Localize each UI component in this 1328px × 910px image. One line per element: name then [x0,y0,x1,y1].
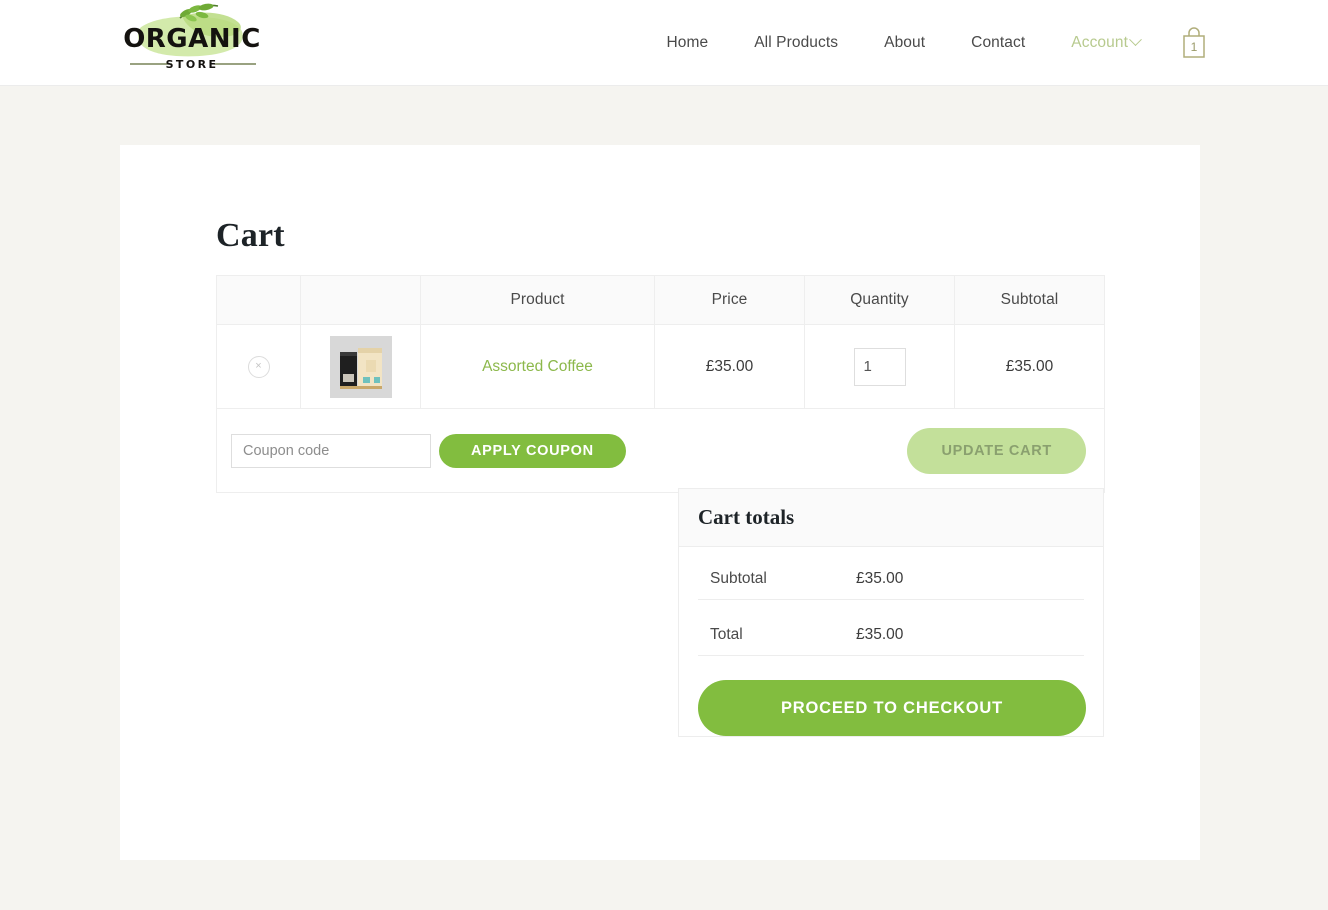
site-header: ORGANIC STORE Home All Products About Co… [0,0,1328,86]
quantity-stepper[interactable] [853,347,906,386]
cart-table-header-row: Product Price Quantity Subtotal [216,275,1105,325]
coupon-cell: APPLY COUPON UPDATE CART [216,408,1105,493]
totals-total-value: £35.00 [856,625,904,643]
cart-totals-body: Subtotal £35.00 Total £35.00 PROCEED TO … [679,558,1103,736]
cart-table-header: Product Price Quantity Subtotal [216,275,1105,325]
totals-row-total: Total £35.00 [698,614,1084,656]
nav-item-contact[interactable]: Contact [948,0,1048,86]
col-header-price: Price [654,275,805,325]
nav-item-about[interactable]: About [861,0,948,86]
apply-coupon-button[interactable]: APPLY COUPON [439,433,626,468]
cell-price: £35.00 [654,324,805,409]
logo-graphic: ORGANIC STORE [123,3,261,71]
col-header-subtotal: Subtotal [954,275,1105,325]
page-content-card: Cart Product Price Quantity Subtotal × A… [120,145,1200,860]
table-row: × Assorted Coffee £35.00 1 £35.00 [216,324,1105,409]
cart-totals-header: Cart totals [679,489,1103,547]
totals-row-subtotal: Subtotal £35.00 [698,558,1084,600]
nav-item-account-label: Account [1071,34,1128,51]
cart-totals-title: Cart totals [698,505,795,529]
coupon-row: APPLY COUPON UPDATE CART [216,408,1105,493]
col-header-remove [216,275,301,325]
coffee-bags-thumbnail [329,335,392,398]
cell-quantity [804,324,955,409]
nav-item-home[interactable]: Home [643,0,731,86]
site-logo[interactable]: ORGANIC STORE [122,2,262,80]
product-name-link[interactable]: Assorted Coffee [482,358,593,375]
product-thumbnail[interactable] [329,335,392,398]
coupon-input[interactable] [231,433,431,468]
cart-totals-panel: Cart totals Subtotal £35.00 Total £35.00… [678,488,1104,737]
main-navigation: Home All Products About Contact Account … [643,0,1210,86]
cart-button[interactable]: 1 [1178,25,1210,61]
col-header-quantity: Quantity [804,275,955,325]
col-header-product: Product [420,275,655,325]
nav-item-all-products[interactable]: All Products [731,0,861,86]
chevron-down-icon [1129,33,1142,47]
cart-table: Product Price Quantity Subtotal × Assort… [216,275,1105,493]
totals-subtotal-value: £35.00 [856,569,904,587]
cell-subtotal: £35.00 [954,324,1105,409]
cell-thumbnail [300,324,421,409]
shopping-bag-icon: 1 [1183,27,1205,58]
page-title: Cart [216,217,285,254]
col-header-thumbnail [300,275,421,325]
svg-text:ORGANIC: ORGANIC [123,24,261,54]
totals-subtotal-label: Subtotal [710,569,767,587]
nav-item-account[interactable]: Account [1048,0,1148,86]
cell-remove: × [216,324,301,409]
svg-text:STORE: STORE [166,58,219,71]
proceed-to-checkout-button[interactable]: PROCEED TO CHECKOUT [698,680,1086,736]
update-cart-button[interactable]: UPDATE CART [907,427,1086,474]
cart-count: 1 [1191,40,1198,54]
cell-product-name: Assorted Coffee [420,324,655,409]
totals-total-label: Total [710,625,743,643]
close-circle-icon[interactable]: × [247,355,270,378]
